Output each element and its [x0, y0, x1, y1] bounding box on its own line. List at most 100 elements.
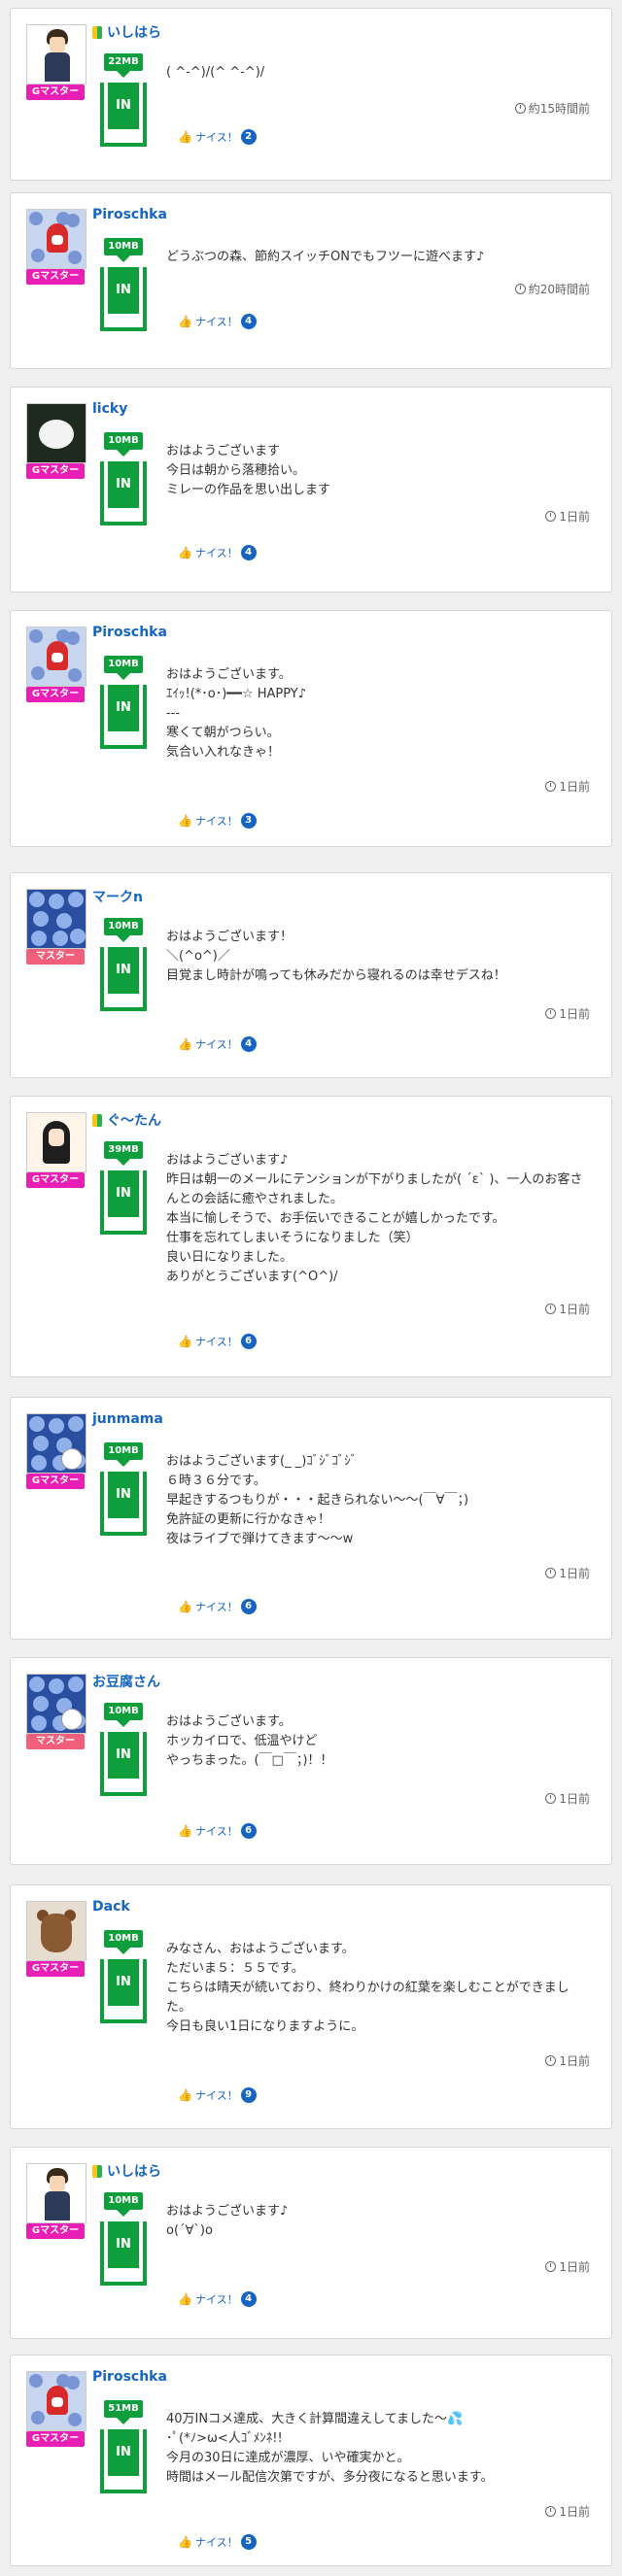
- comment-text: おはようございます！ ＼(^o^)／ 目覚まし時計が鳴っても休みだから寝れるのは…: [166, 930, 506, 983]
- comment-card: Gマスター ぐ〜たん 39MB IN おはようございます♪ 昨日は朝一のメールにテンショ…: [10, 1096, 612, 1377]
- username-link[interactable]: Dack: [92, 1899, 130, 1915]
- avatar-part: [45, 2191, 70, 2220]
- timestamp: 1日前: [545, 1790, 590, 1807]
- nice-button[interactable]: 👍 ナイス！ 6: [178, 1823, 257, 1839]
- avatar[interactable]: [26, 1413, 86, 1474]
- in-label: IN: [108, 2221, 139, 2268]
- role-badge: Gマスター: [26, 463, 85, 479]
- flower-shape: [52, 931, 68, 946]
- nice-count: 2: [240, 129, 257, 145]
- down-arrow-icon: [117, 1948, 130, 1954]
- size-badge: 22MB: [104, 53, 143, 71]
- avatar-part: [45, 52, 70, 82]
- comment-card: Gマスター Piroschka 10MB IN どうぶつの森、節約スイッチONでもフツー…: [10, 192, 612, 369]
- username-link[interactable]: マークn: [92, 887, 143, 906]
- nice-button[interactable]: 👍 ナイス！ 6: [178, 1599, 257, 1614]
- nice-button[interactable]: 👍 ナイス！ 3: [178, 813, 257, 829]
- nice-count: 4: [240, 314, 257, 329]
- nice-button[interactable]: 👍 ナイス！ 9: [178, 2087, 257, 2103]
- role-badge: Gマスター: [26, 1961, 85, 1977]
- avatar[interactable]: [26, 1112, 86, 1172]
- blue-flowers-badge-avatar: [27, 1675, 86, 1733]
- comment-card: Gマスター licky 10MB IN おはようございます 今日は朝から落穂拾い。 ミレ…: [10, 387, 612, 593]
- in-label: IN: [108, 1472, 139, 1518]
- comment-card: Gマスター Piroschka 10MB IN おはようございます。 ｴｲｯ!(*･o･…: [10, 610, 612, 847]
- avatar[interactable]: [26, 627, 86, 687]
- clock-icon: [545, 2055, 557, 2066]
- username-link[interactable]: お豆腐さん: [92, 1672, 160, 1691]
- nice-button[interactable]: 👍 ナイス！ 4: [178, 545, 257, 560]
- size-badge: 39MB: [104, 1141, 143, 1159]
- flower-shape: [56, 913, 72, 929]
- beginner-leaf-icon: [92, 25, 103, 39]
- username-link[interactable]: Piroschka: [92, 207, 167, 222]
- avatar[interactable]: [26, 1674, 86, 1734]
- comment-card: Gマスター Dack 10MB IN みなさん、おはようございます。 ただいま５：５５で…: [10, 1884, 612, 2129]
- nice-label: ナイス！: [194, 1825, 238, 1838]
- in-box-icon: IN: [100, 267, 147, 331]
- thumbs-up-icon: 👍: [178, 2535, 192, 2549]
- flower-shape: [31, 666, 45, 680]
- clock-icon: [545, 1304, 557, 1314]
- clock-icon: [545, 781, 557, 792]
- role-badge: Gマスター: [26, 269, 85, 285]
- in-box-icon: IN: [100, 685, 147, 749]
- nice-button[interactable]: 👍 ナイス！ 5: [178, 2534, 257, 2550]
- username-link[interactable]: licky: [92, 401, 127, 417]
- username-link[interactable]: junmama: [92, 1411, 163, 1427]
- in-box-icon: IN: [100, 1170, 147, 1235]
- role-badge: Gマスター: [26, 687, 85, 702]
- badge-mark-icon: [61, 1709, 83, 1730]
- avatar[interactable]: [26, 889, 86, 949]
- boy-avatar: [27, 2164, 86, 2222]
- timestamp-text: 約20時間前: [528, 283, 590, 296]
- thumbs-up-icon: 👍: [178, 2088, 192, 2102]
- timestamp-text: 1日前: [559, 510, 590, 524]
- timestamp-text: 約15時間前: [528, 102, 590, 116]
- username-link[interactable]: いしはら: [92, 2161, 161, 2181]
- size-badge: 10MB: [104, 656, 143, 673]
- clock-icon: [545, 2261, 557, 2272]
- nice-button[interactable]: 👍 ナイス！ 4: [178, 1036, 257, 1052]
- timestamp: 1日前: [545, 2052, 590, 2069]
- flower-shape: [68, 1677, 84, 1692]
- in-label: IN: [108, 461, 139, 508]
- down-arrow-icon: [117, 673, 130, 680]
- avatar[interactable]: [26, 1901, 86, 1961]
- timestamp: 1日前: [545, 1565, 590, 1581]
- nice-label: ナイス！: [194, 815, 238, 828]
- avatar[interactable]: [26, 2371, 86, 2431]
- timestamp-text: 1日前: [559, 1792, 590, 1806]
- face-shape: [52, 2397, 63, 2407]
- avatar[interactable]: [26, 403, 86, 463]
- in-box-icon: IN: [100, 947, 147, 1011]
- timestamp-text: 1日前: [559, 1303, 590, 1316]
- username-link[interactable]: Piroschka: [92, 625, 167, 640]
- down-arrow-icon: [117, 71, 130, 78]
- nice-count: 4: [240, 2291, 257, 2307]
- nice-button[interactable]: 👍 ナイス！ 2: [178, 129, 257, 145]
- nice-count: 4: [240, 545, 257, 560]
- avatar[interactable]: [26, 2163, 86, 2223]
- in-label: IN: [108, 1732, 139, 1779]
- username-link[interactable]: ぐ〜たん: [92, 1110, 161, 1130]
- timestamp-text: 1日前: [559, 1567, 590, 1580]
- flower-hood-avatar: [27, 627, 86, 686]
- in-label: IN: [108, 947, 139, 994]
- nice-button[interactable]: 👍 ナイス！ 4: [178, 314, 257, 329]
- nice-button[interactable]: 👍 ナイス！ 6: [178, 1334, 257, 1349]
- avatar[interactable]: [26, 209, 86, 269]
- role-badge: Gマスター: [26, 2223, 85, 2239]
- avatar[interactable]: [26, 24, 86, 85]
- flower-shape: [33, 911, 49, 927]
- flower-shape: [31, 931, 47, 946]
- username-link[interactable]: Piroschka: [92, 2369, 167, 2385]
- username-link[interactable]: いしはら: [92, 22, 161, 42]
- comment-card: Gマスター junmama 10MB IN おはようございます(_ _)ｺﾞｼﾞｺﾞｼﾞ…: [10, 1397, 612, 1640]
- size-badge: 10MB: [104, 1930, 143, 1948]
- flower-shape: [70, 929, 86, 944]
- thumbs-up-icon: 👍: [178, 1037, 192, 1051]
- in-box-icon: IN: [100, 461, 147, 525]
- nice-button[interactable]: 👍 ナイス！ 4: [178, 2291, 257, 2307]
- dog-shape: [39, 420, 74, 449]
